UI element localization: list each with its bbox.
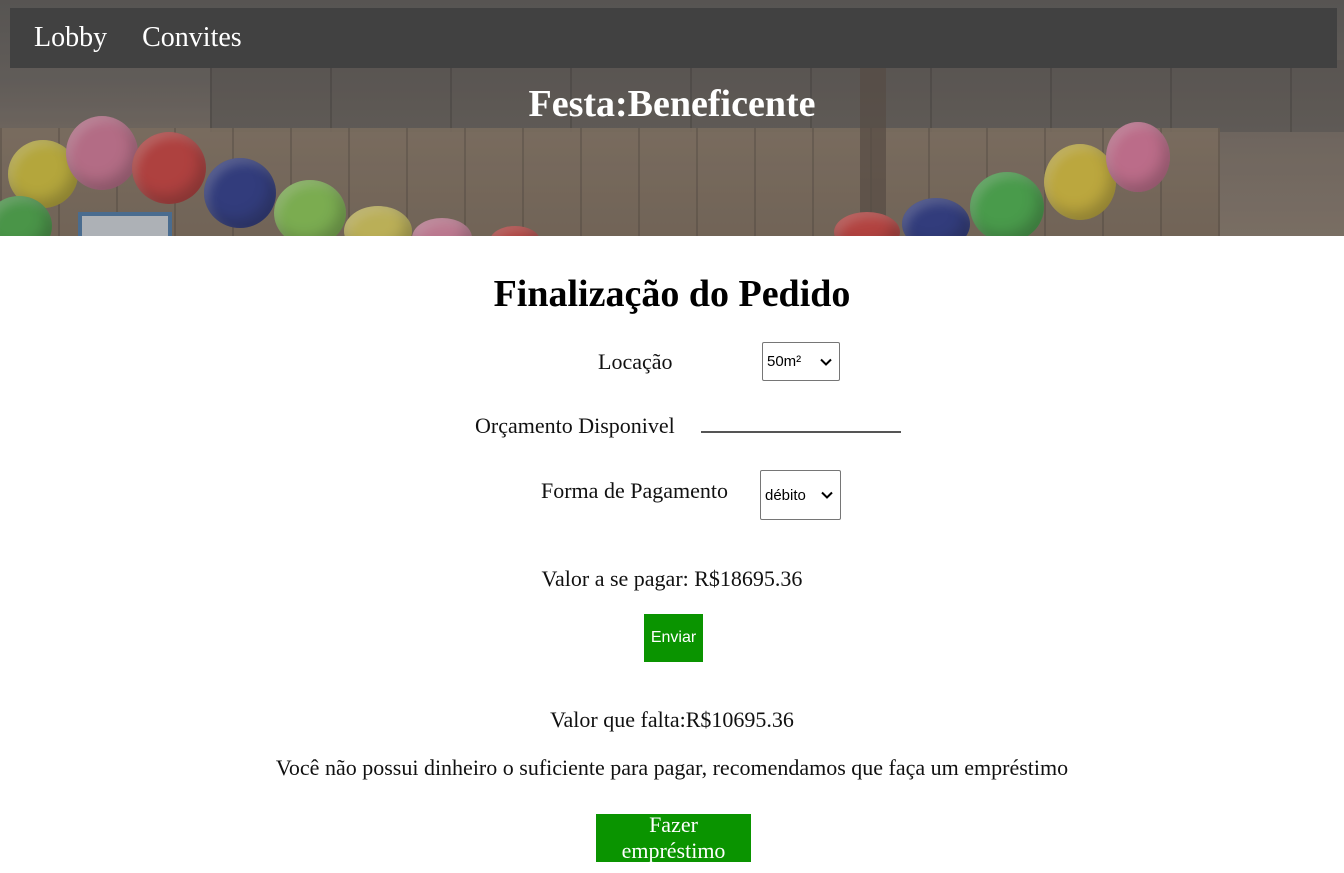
nav-link-lobby[interactable]: Lobby xyxy=(34,24,107,52)
payment-label: Forma de Pagamento xyxy=(541,478,728,503)
location-select-value: 50m² xyxy=(767,353,802,370)
amount-missing: Valor que falta:R$10695.36 xyxy=(550,707,794,732)
nav-link-convites[interactable]: Convites xyxy=(142,24,242,52)
payment-select-value: débito xyxy=(765,486,806,504)
chevron-down-icon xyxy=(821,491,833,499)
payment-select[interactable]: débito xyxy=(760,470,841,520)
budget-input[interactable] xyxy=(701,431,901,433)
page-title: Finalização do Pedido xyxy=(493,273,851,315)
insufficient-funds-warning: Você não possui dinheiro o suficiente pa… xyxy=(275,755,1069,780)
take-loan-button[interactable]: Fazer empréstimo xyxy=(596,812,751,863)
top-navbar: Lobby Convites xyxy=(10,8,1337,68)
budget-label: Orçamento Disponivel xyxy=(475,413,675,438)
amount-to-pay: Valor a se pagar: R$18695.36 xyxy=(541,566,803,591)
party-title: Festa:Beneficente xyxy=(528,83,816,125)
location-label: Locação xyxy=(598,349,673,374)
chevron-down-icon xyxy=(820,358,832,366)
submit-button[interactable]: Enviar xyxy=(644,614,703,662)
location-select[interactable]: 50m² xyxy=(762,342,840,381)
